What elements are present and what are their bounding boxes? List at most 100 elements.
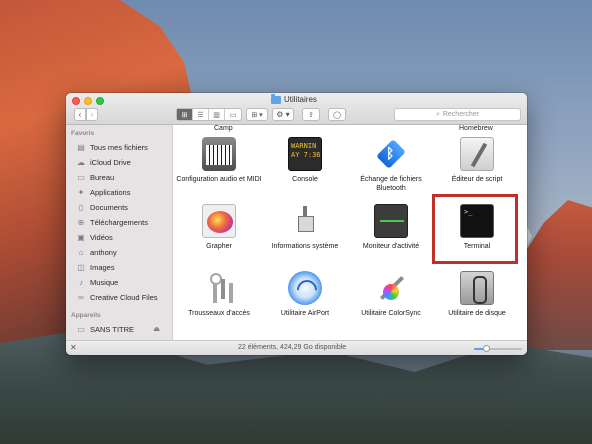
- console-icon-text: WARNIN AY 7:36: [291, 142, 321, 159]
- creative-cloud-icon: ∞: [78, 292, 84, 302]
- close-window-button[interactable]: [72, 97, 80, 105]
- bluetooth-icon: ᛒ: [374, 137, 408, 171]
- app-keychain-access[interactable]: Trousseaux d'accès: [176, 269, 262, 329]
- sidebar-item-music[interactable]: ♪ Musique: [76, 275, 118, 289]
- maximize-window-button[interactable]: [96, 97, 104, 105]
- app-label: Trousseaux d'accès: [188, 310, 250, 317]
- colorsync-icon: [374, 271, 408, 305]
- bluetooth-glyph: ᛒ: [386, 145, 395, 161]
- list-view-button[interactable]: ☰: [193, 109, 210, 120]
- window-title-text: Utilitaires: [284, 95, 317, 104]
- column-view-button[interactable]: ▥: [209, 109, 226, 120]
- terminal-icon: >_: [460, 204, 494, 238]
- sidebar-item-label: Documents: [90, 202, 128, 212]
- sidebar-item-applications[interactable]: ✦ Applications: [76, 185, 131, 199]
- sidebar-item-icloud-drive[interactable]: ☁ iCloud Drive: [76, 155, 131, 169]
- back-button[interactable]: ‹: [74, 108, 86, 121]
- app-airport-utility[interactable]: Utilitaire AirPort: [262, 269, 348, 329]
- slider-knob[interactable]: [482, 345, 490, 352]
- sidebar: Favoris ▤ Tous mes fichiers ☁ iCloud Dri…: [66, 125, 173, 340]
- eject-icon[interactable]: ⏏: [153, 325, 160, 333]
- video-icon: ▣: [77, 232, 85, 242]
- airport-icon: [288, 271, 322, 305]
- forward-button[interactable]: ›: [86, 108, 98, 121]
- sidebar-item-label: Bureau: [90, 172, 115, 182]
- grapher-icon: [202, 204, 236, 238]
- icon-view-button[interactable]: ⊞: [177, 109, 194, 120]
- icon-size-slider[interactable]: [474, 345, 522, 352]
- sidebar-item-creative-cloud[interactable]: ∞ Creative Cloud Files: [76, 290, 158, 304]
- app-label: Informations système: [271, 243, 339, 250]
- finder-window: Utilitaires ‹ › ⊞ ☰ ▥ ▭ ⊞ ▾ ⚙ ▾ ⇪ ◯ ⌕ Re…: [66, 93, 527, 355]
- search-field[interactable]: ⌕ Rechercher: [394, 108, 521, 121]
- sidebar-item-all-files[interactable]: ▤ Tous mes fichiers: [76, 140, 148, 154]
- images-icon: ◫: [77, 262, 85, 272]
- app-label: Moniteur d'activité: [362, 243, 420, 250]
- app-script-editor[interactable]: Éditeur de script: [434, 135, 520, 195]
- app-label: Échange de fichiers Bluetooth: [360, 176, 422, 192]
- sidebar-item-videos[interactable]: ▣ Vidéos: [76, 230, 113, 244]
- app-label: Console: [292, 176, 318, 183]
- app-label: Terminal: [463, 243, 491, 250]
- app-bluetooth-file-exchange[interactable]: ᛒ Échange de fichiers Bluetooth: [348, 135, 434, 195]
- share-button[interactable]: ⇪: [302, 108, 320, 121]
- app-terminal[interactable]: >_ Terminal: [434, 202, 520, 262]
- sidebar-item-desktop[interactable]: ▭ Bureau: [76, 170, 114, 184]
- sidebar-item-images[interactable]: ◫ Images: [76, 260, 115, 274]
- search-icon: ⌕: [435, 110, 440, 118]
- sidebar-item-label: Tous mes fichiers: [90, 142, 148, 152]
- partial-app-label: Camp: [214, 125, 233, 132]
- activity-monitor-icon: [374, 204, 408, 238]
- script-editor-icon: [460, 137, 494, 171]
- all-files-icon: ▤: [77, 142, 85, 152]
- folder-icon: [271, 93, 281, 104]
- download-icon: ⊕: [77, 217, 85, 227]
- minimize-window-button[interactable]: [84, 97, 92, 105]
- app-label: Configuration audio et MIDI: [176, 176, 262, 183]
- app-system-information[interactable]: Informations système: [262, 202, 348, 262]
- app-label: Utilitaire ColorSync: [361, 310, 421, 317]
- status-bar: ✕ 22 éléments, 424,29 Go disponible: [66, 340, 527, 355]
- sidebar-item-label: iCloud Drive: [90, 157, 131, 167]
- sidebar-item-label: Vidéos: [90, 232, 113, 242]
- app-disk-utility[interactable]: Utilitaire de disque: [434, 269, 520, 329]
- arrange-button[interactable]: ⊞ ▾: [246, 108, 268, 121]
- view-mode-group: ⊞ ☰ ▥ ▭: [176, 108, 242, 121]
- sidebar-item-label: SANS TITRE: [90, 324, 135, 334]
- sidebar-item-label: Applications: [90, 187, 131, 197]
- terminal-prompt: >_: [464, 208, 473, 216]
- app-label: Éditeur de script: [451, 176, 503, 183]
- close-icon[interactable]: ✕: [70, 343, 77, 352]
- desktop-icon: ▭: [77, 172, 85, 182]
- sidebar-heading-favorites: Favoris: [71, 130, 95, 137]
- sidebar-item-label: Images: [90, 262, 115, 272]
- sidebar-item-label: anthony: [90, 247, 117, 257]
- sidebar-item-home[interactable]: ⌂ anthony: [76, 245, 117, 259]
- app-audio-midi-setup[interactable]: Configuration audio et MIDI: [176, 135, 262, 195]
- search-placeholder: Rechercher: [442, 111, 480, 118]
- coverflow-view-button[interactable]: ▭: [225, 109, 241, 120]
- tag-button[interactable]: ◯: [328, 108, 346, 121]
- app-console[interactable]: WARNIN AY 7:36 Console: [262, 135, 348, 195]
- documents-icon: ▯: [78, 202, 84, 212]
- app-colorsync-utility[interactable]: Utilitaire ColorSync: [348, 269, 434, 329]
- music-icon: ♪: [79, 277, 83, 287]
- app-activity-monitor[interactable]: Moniteur d'activité: [348, 202, 434, 262]
- action-gear-button[interactable]: ⚙ ▾: [272, 108, 294, 121]
- sidebar-item-documents[interactable]: ▯ Documents: [76, 200, 128, 214]
- system-info-icon: [288, 204, 322, 238]
- sidebar-item-label: Creative Cloud Files: [90, 292, 158, 302]
- home-icon: ⌂: [78, 247, 84, 257]
- file-icon-grid: Camp Homebrew Configuration audio et MID…: [174, 125, 527, 340]
- sidebar-item-downloads[interactable]: ⊕ Téléchargements: [76, 215, 148, 229]
- titlebar: Utilitaires ‹ › ⊞ ☰ ▥ ▭ ⊞ ▾ ⚙ ▾ ⇪ ◯ ⌕ Re…: [66, 93, 527, 125]
- app-label: Utilitaire AirPort: [280, 310, 330, 317]
- app-label: Utilitaire de disque: [448, 310, 506, 317]
- partial-app-label: Homebrew: [459, 125, 493, 132]
- sidebar-item-sans-titre[interactable]: ▭ SANS TITRE ⏏: [76, 322, 168, 336]
- drive-icon: ▭: [77, 324, 85, 334]
- disk-utility-icon: [460, 271, 494, 305]
- app-label: Grapher: [206, 243, 232, 250]
- app-grapher[interactable]: Grapher: [176, 202, 262, 262]
- console-icon: WARNIN AY 7:36: [288, 137, 322, 171]
